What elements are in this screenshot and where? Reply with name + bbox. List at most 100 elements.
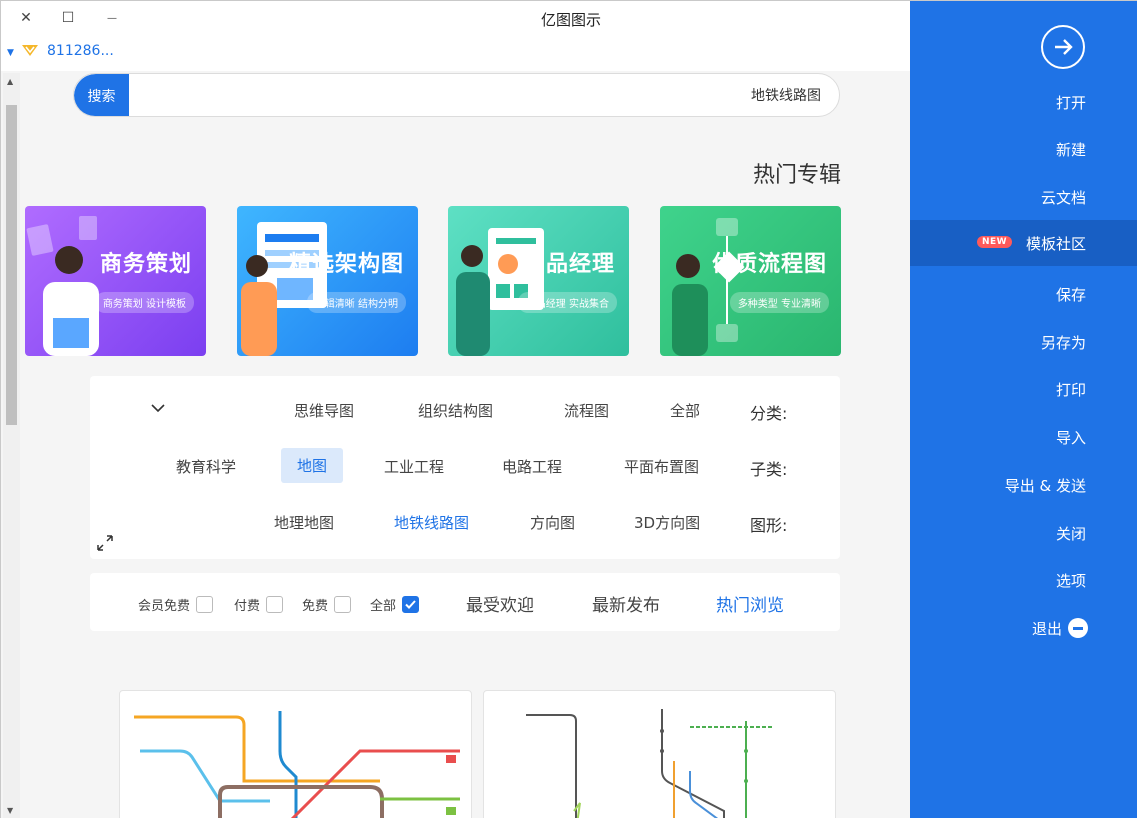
scroll-down-icon[interactable]: ▼ bbox=[7, 806, 13, 815]
title-bar: ✕ ☐ — 亿图图示 bbox=[1, 1, 910, 39]
minimize-window-button[interactable]: — bbox=[101, 7, 123, 29]
menu-label: 关闭 bbox=[1055, 524, 1086, 543]
banner-title: 产品经理 bbox=[522, 252, 615, 277]
template-community-panel: ▲ ▼ 搜索 热门专辑 优质流程图 多种类型 专业清晰 bbox=[1, 71, 910, 818]
menu-save-as[interactable]: 另存为 bbox=[910, 319, 1137, 365]
minimize-icon: — bbox=[107, 12, 117, 24]
subcategory-option-selected[interactable]: 地图 bbox=[281, 448, 344, 483]
search-bar: 搜索 bbox=[73, 73, 840, 117]
user-name[interactable]: 811286... bbox=[47, 43, 114, 59]
menu-label: 另存为 bbox=[1040, 333, 1086, 352]
shape-option[interactable]: 方向图 bbox=[516, 506, 589, 539]
scroll-up-icon[interactable]: ▲ bbox=[7, 77, 13, 86]
expand-icon[interactable] bbox=[96, 534, 114, 552]
menu-exit[interactable]: 退出 bbox=[910, 605, 1137, 651]
template-thumbnail bbox=[526, 709, 774, 818]
search-button[interactable]: 搜索 bbox=[74, 74, 129, 116]
menu-export-send[interactable]: 导出 & 发送 bbox=[910, 462, 1137, 508]
menu-label: 打印 bbox=[1055, 380, 1086, 399]
checkbox-box[interactable] bbox=[334, 596, 352, 613]
menu-label: 选项 bbox=[1055, 571, 1086, 590]
shape-option[interactable]: 3D方向图 bbox=[620, 506, 714, 539]
banner-illustration bbox=[26, 216, 99, 356]
category-option[interactable]: 全部 bbox=[656, 394, 714, 427]
menu-close[interactable]: 关闭 bbox=[910, 510, 1137, 556]
close-window-button[interactable]: ✕ bbox=[15, 7, 37, 29]
shape-option[interactable]: 地理地图 bbox=[260, 506, 348, 539]
menu-label: 退出 bbox=[1031, 619, 1062, 638]
banner-title: 精选架构图 bbox=[288, 252, 404, 277]
banner-product-manager[interactable]: 产品经理 产品经理 实战集合 bbox=[448, 206, 629, 356]
maximize-window-button[interactable]: ☐ bbox=[57, 7, 79, 29]
exit-icon bbox=[1068, 618, 1088, 638]
window-title: 亿图图示 bbox=[540, 11, 601, 29]
checkbox-label: 付费 bbox=[234, 599, 261, 614]
subcategory-option[interactable]: 电路工程 bbox=[488, 450, 576, 483]
template-card[interactable] bbox=[119, 690, 472, 818]
banner-subtitle: 商务策划 设计模板 bbox=[94, 292, 194, 313]
search-input[interactable] bbox=[221, 74, 821, 116]
category-label: 分类: bbox=[750, 404, 788, 423]
menu-import[interactable]: 导入 bbox=[910, 414, 1137, 460]
menu-options[interactable]: 选项 bbox=[910, 557, 1137, 603]
banner-illustration bbox=[241, 222, 327, 356]
check-icon bbox=[405, 600, 416, 609]
menu-label: 打开 bbox=[1055, 93, 1086, 112]
new-badge: NEW bbox=[977, 236, 1013, 248]
vertical-scrollbar[interactable]: ▲ ▼ bbox=[3, 73, 20, 818]
subcategory-option[interactable]: 平面布置图 bbox=[610, 450, 713, 483]
checkbox-member-free[interactable]: 会员免费 bbox=[138, 595, 214, 614]
shape-label: 图形: bbox=[750, 516, 788, 535]
checkbox-all[interactable]: 全部 bbox=[370, 595, 420, 614]
banner-flowchart[interactable]: 优质流程图 多种类型 专业清晰 bbox=[660, 206, 841, 356]
category-option[interactable]: 流程图 bbox=[550, 394, 623, 427]
banner-subtitle: 产品经理 实战集合 bbox=[517, 292, 617, 313]
menu-label: 新建 bbox=[1055, 140, 1086, 159]
template-thumbnail bbox=[134, 711, 460, 818]
menu-cloud-docs[interactable]: 云文档 bbox=[910, 174, 1137, 220]
menu-save[interactable]: 保存 bbox=[910, 271, 1137, 317]
user-bar: ▼ 811286... bbox=[1, 39, 910, 71]
back-arrow-icon[interactable] bbox=[1041, 25, 1085, 69]
checkbox-label: 全部 bbox=[370, 599, 397, 614]
checkbox-label: 会员免费 bbox=[138, 599, 191, 614]
menu-label: 保存 bbox=[1055, 285, 1086, 304]
category-option[interactable]: 组织结构图 bbox=[404, 394, 507, 427]
featured-title: 热门专辑 bbox=[752, 163, 841, 188]
checkbox-box[interactable] bbox=[266, 596, 284, 613]
arrow-right-icon bbox=[1055, 39, 1073, 55]
template-card[interactable] bbox=[483, 690, 836, 818]
checkbox-box[interactable] bbox=[196, 596, 214, 613]
category-option[interactable]: 思维导图 bbox=[280, 394, 368, 427]
close-icon: ✕ bbox=[20, 10, 32, 26]
checkbox-paid[interactable]: 付费 bbox=[234, 595, 284, 614]
scrollbar-thumb[interactable] bbox=[6, 105, 17, 425]
app-window: ✕ ☐ — 亿图图示 ▼ 811286... ▲ ▼ 搜索 热门专辑 bbox=[0, 0, 1137, 818]
filter-panel: 分类: 全部 流程图 组织结构图 思维导图 子类: 平面布置图 电路工程 工业工… bbox=[90, 376, 840, 559]
menu-label: 导入 bbox=[1055, 428, 1086, 447]
menu-template-community[interactable]: NEW 模板社区 bbox=[910, 220, 1137, 266]
banner-business-plan[interactable]: 商务策划 商务策划 设计模板 bbox=[25, 206, 206, 356]
menu-open[interactable]: 打开 bbox=[910, 79, 1137, 125]
subcategory-option[interactable]: 工业工程 bbox=[370, 450, 458, 483]
sort-tab-hot[interactable]: 热门浏览 bbox=[716, 591, 784, 616]
sort-bar: 热门浏览 最新发布 最受欢迎 全部 免费 付费 会员免费 bbox=[90, 573, 840, 631]
sort-tab-newest[interactable]: 最新发布 bbox=[592, 591, 660, 616]
banner-architecture[interactable]: 精选架构图 逻辑清晰 结构分明 bbox=[237, 206, 418, 356]
banner-subtitle: 逻辑清晰 结构分明 bbox=[306, 292, 406, 313]
maximize-icon: ☐ bbox=[61, 10, 75, 26]
checkbox-box[interactable] bbox=[402, 596, 420, 613]
file-menu-sidebar: 打开 新建 云文档 NEW 模板社区 保存 另存为 打印 导入 导出 & 发送 … bbox=[910, 1, 1137, 818]
checkbox-free[interactable]: 免费 bbox=[302, 595, 352, 614]
chevron-down-icon[interactable]: ▼ bbox=[7, 48, 14, 58]
banner-title: 商务策划 bbox=[99, 252, 192, 277]
menu-new[interactable]: 新建 bbox=[910, 126, 1137, 172]
subcategory-option[interactable]: 教育科学 bbox=[162, 450, 250, 483]
sort-tab-popular[interactable]: 最受欢迎 bbox=[466, 591, 534, 616]
shape-option-selected[interactable]: 地铁线路图 bbox=[380, 506, 483, 539]
banner-title: 优质流程图 bbox=[711, 252, 827, 277]
chevron-down-icon[interactable] bbox=[150, 400, 166, 416]
menu-print[interactable]: 打印 bbox=[910, 366, 1137, 412]
subcategory-label: 子类: bbox=[750, 460, 788, 479]
checkbox-label: 免费 bbox=[302, 599, 329, 614]
